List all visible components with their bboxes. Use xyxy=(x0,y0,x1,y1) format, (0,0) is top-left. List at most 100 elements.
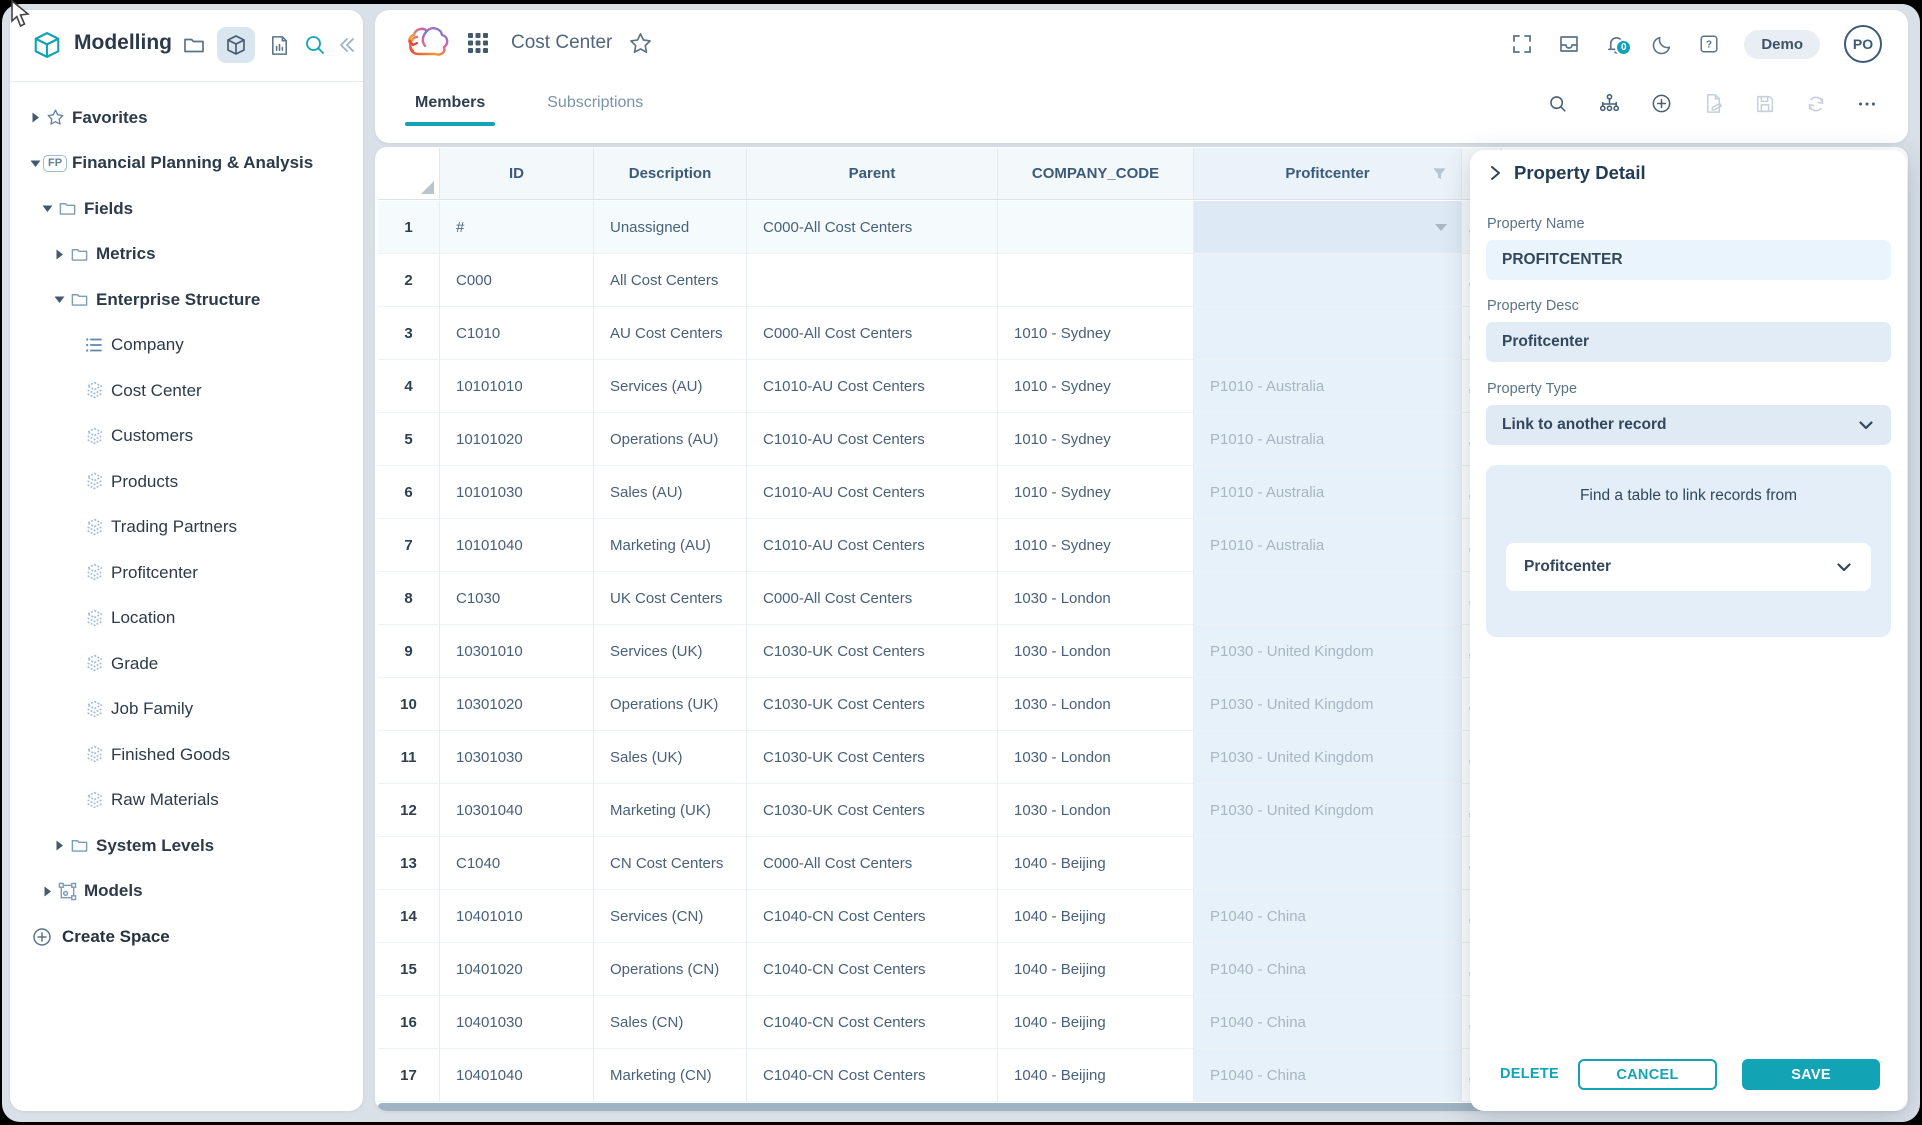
app-grid-icon[interactable] xyxy=(467,32,489,54)
description-cell[interactable]: All Cost Centers xyxy=(594,254,747,307)
id-cell[interactable]: 10301020 xyxy=(440,678,594,731)
add-icon[interactable] xyxy=(1650,92,1673,115)
description-cell[interactable]: Marketing (CN) xyxy=(594,1049,747,1102)
description-cell[interactable]: UK Cost Centers xyxy=(594,572,747,625)
column-header-description[interactable]: Description xyxy=(594,148,747,200)
row-number-cell[interactable]: 10 xyxy=(378,678,440,731)
tree-caret-icon[interactable] xyxy=(52,840,66,851)
sidebar-item-favorites[interactable]: Favorites xyxy=(10,95,363,141)
row-number-cell[interactable]: 7 xyxy=(378,519,440,572)
row-number-cell[interactable]: 3 xyxy=(378,307,440,360)
description-cell[interactable]: Marketing (AU) xyxy=(594,519,747,572)
company-code-cell[interactable]: 1030 - London xyxy=(998,625,1194,678)
parent-cell[interactable]: C000-All Cost Centers xyxy=(747,837,998,890)
create-space-button[interactable]: Create Space xyxy=(10,914,363,959)
sidebar-item-grade[interactable]: Grade xyxy=(10,641,363,687)
row-number-cell[interactable]: 14 xyxy=(378,890,440,943)
row-number-cell[interactable]: 2 xyxy=(378,254,440,307)
description-cell[interactable]: Services (AU) xyxy=(594,360,747,413)
parent-cell[interactable]: C000-All Cost Centers xyxy=(747,201,998,254)
inbox-icon[interactable] xyxy=(1557,32,1581,56)
profitcenter-cell[interactable]: P1010 - Australia xyxy=(1194,519,1462,572)
company-code-cell[interactable]: 1040 - Beijing xyxy=(998,890,1194,943)
description-cell[interactable]: Marketing (UK) xyxy=(594,784,747,837)
description-cell[interactable]: Operations (AU) xyxy=(594,413,747,466)
description-cell[interactable]: Services (UK) xyxy=(594,625,747,678)
property-name-input[interactable]: PROFITCENTER xyxy=(1486,240,1891,280)
profitcenter-cell[interactable]: P1030 - United Kingdom xyxy=(1194,625,1462,678)
cancel-button[interactable]: CANCEL xyxy=(1578,1059,1717,1090)
company-code-cell[interactable] xyxy=(998,254,1194,307)
id-cell[interactable]: 10401020 xyxy=(440,943,594,996)
parent-cell[interactable]: C1010-AU Cost Centers xyxy=(747,360,998,413)
description-cell[interactable]: Unassigned xyxy=(594,201,747,254)
property-type-select[interactable]: Link to another record xyxy=(1486,405,1891,445)
profitcenter-cell[interactable]: P1010 - Australia xyxy=(1194,466,1462,519)
profitcenter-cell[interactable]: P1030 - United Kingdom xyxy=(1194,784,1462,837)
profitcenter-cell[interactable] xyxy=(1194,307,1462,360)
profitcenter-cell[interactable]: P1040 - China xyxy=(1194,890,1462,943)
sidebar-item-profitcenter[interactable]: Profitcenter xyxy=(10,550,363,596)
sidebar-item-job-family[interactable]: Job Family xyxy=(10,687,363,733)
favorite-star-icon[interactable] xyxy=(628,31,653,56)
row-number-cell[interactable]: 6 xyxy=(378,466,440,519)
column-header-id[interactable]: ID xyxy=(440,148,594,200)
company-code-cell[interactable]: 1040 - Beijing xyxy=(998,943,1194,996)
sidebar-item-financial-planning-analysis[interactable]: FP Financial Planning & Analysis xyxy=(10,141,363,187)
profitcenter-cell[interactable] xyxy=(1194,254,1462,307)
company-code-cell[interactable]: 1010 - Sydney xyxy=(998,413,1194,466)
product-cloud-logo[interactable] xyxy=(405,23,451,63)
profitcenter-cell[interactable]: P1040 - China xyxy=(1194,996,1462,1049)
description-cell[interactable]: CN Cost Centers xyxy=(594,837,747,890)
id-cell[interactable]: C000 xyxy=(440,254,594,307)
sidebar-item-customers[interactable]: Customers xyxy=(10,414,363,460)
id-cell[interactable]: # xyxy=(440,201,594,254)
row-number-cell[interactable]: 13 xyxy=(378,837,440,890)
description-cell[interactable]: Sales (AU) xyxy=(594,466,747,519)
table-corner-header[interactable] xyxy=(378,148,440,200)
export-icon[interactable] xyxy=(1702,92,1725,115)
profitcenter-cell[interactable]: P1010 - Australia xyxy=(1194,360,1462,413)
parent-cell[interactable]: C1040-CN Cost Centers xyxy=(747,943,998,996)
description-cell[interactable]: Operations (UK) xyxy=(594,678,747,731)
profitcenter-cell[interactable] xyxy=(1194,201,1462,254)
demo-badge[interactable]: Demo xyxy=(1744,30,1820,59)
cube-icon[interactable] xyxy=(217,27,255,63)
sidebar-item-company[interactable]: Company xyxy=(10,323,363,369)
sidebar-item-products[interactable]: Products xyxy=(10,459,363,505)
sidebar-item-fields[interactable]: Fields xyxy=(10,186,363,232)
id-cell[interactable]: 10401010 xyxy=(440,890,594,943)
id-cell[interactable]: 10301040 xyxy=(440,784,594,837)
id-cell[interactable]: 10101040 xyxy=(440,519,594,572)
company-code-cell[interactable]: 1040 - Beijing xyxy=(998,1049,1194,1102)
row-number-cell[interactable]: 15 xyxy=(378,943,440,996)
property-desc-input[interactable]: Profitcenter xyxy=(1486,322,1891,362)
profitcenter-cell[interactable] xyxy=(1194,572,1462,625)
folder-icon[interactable] xyxy=(175,27,213,63)
company-code-cell[interactable] xyxy=(998,201,1194,254)
description-cell[interactable]: Sales (CN) xyxy=(594,996,747,1049)
id-cell[interactable]: 10301030 xyxy=(440,731,594,784)
fullscreen-icon[interactable] xyxy=(1511,33,1533,55)
row-number-cell[interactable]: 1 xyxy=(378,201,440,254)
profitcenter-cell[interactable]: P1030 - United Kingdom xyxy=(1194,731,1462,784)
id-cell[interactable]: 10301010 xyxy=(440,625,594,678)
sidebar-item-raw-materials[interactable]: Raw Materials xyxy=(10,778,363,824)
parent-cell[interactable]: C1030-UK Cost Centers xyxy=(747,625,998,678)
id-cell[interactable]: C1030 xyxy=(440,572,594,625)
row-number-cell[interactable]: 5 xyxy=(378,413,440,466)
row-number-cell[interactable]: 4 xyxy=(378,360,440,413)
tree-caret-icon[interactable] xyxy=(52,295,66,304)
parent-cell[interactable]: C1030-UK Cost Centers xyxy=(747,678,998,731)
profitcenter-cell[interactable]: P1030 - United Kingdom xyxy=(1194,678,1462,731)
profitcenter-cell[interactable]: P1040 - China xyxy=(1194,943,1462,996)
user-avatar[interactable]: PO xyxy=(1844,25,1882,63)
save-icon[interactable] xyxy=(1754,93,1776,115)
sidebar-item-metrics[interactable]: Metrics xyxy=(10,232,363,278)
dark-mode-moon-icon[interactable] xyxy=(1652,33,1674,55)
row-number-cell[interactable]: 12 xyxy=(378,784,440,837)
id-cell[interactable]: C1040 xyxy=(440,837,594,890)
delete-button[interactable]: DELETE xyxy=(1500,1066,1559,1082)
panel-collapse-chevron-icon[interactable] xyxy=(1486,164,1504,182)
more-icon[interactable] xyxy=(1856,93,1878,115)
